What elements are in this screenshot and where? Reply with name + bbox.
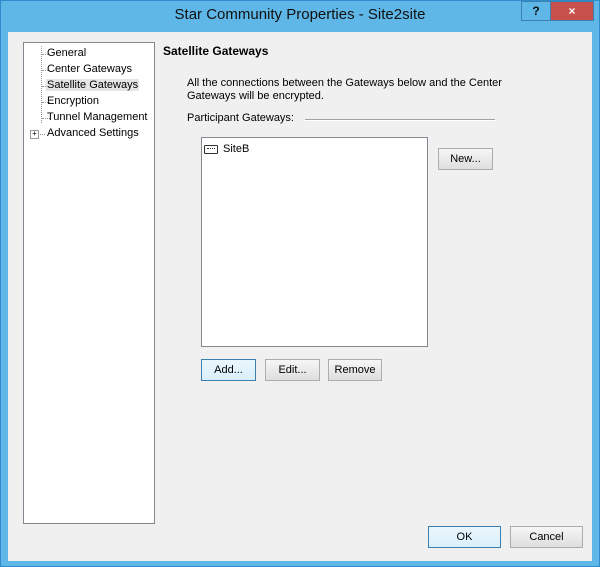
title-bar[interactable]: Star Community Properties - Site2site ? … (1, 1, 599, 31)
add-button[interactable]: Add... (201, 359, 256, 381)
cancel-button[interactable]: Cancel (510, 526, 583, 548)
tree-item-label: Advanced Settings (47, 127, 139, 139)
help-button[interactable]: ? (521, 1, 551, 21)
description-text: All the connections between the Gateways… (187, 77, 502, 102)
tree-item-label: General (47, 47, 87, 59)
tree-item-label: Tunnel Management (47, 111, 148, 123)
gateway-icon (204, 145, 218, 154)
remove-button[interactable]: Remove (328, 359, 382, 381)
gateway-name: SiteB (223, 143, 250, 155)
window-title: Star Community Properties - Site2site (174, 6, 426, 23)
tree-item-label: Encryption (47, 95, 99, 107)
close-button[interactable]: × (550, 1, 594, 21)
dialog-body: General Center Gateways Satellite Gatewa… (8, 32, 592, 561)
divider (305, 119, 495, 121)
ok-button[interactable]: OK (428, 526, 501, 548)
tree-item-label: Center Gateways (47, 63, 132, 75)
navigation-tree: General Center Gateways Satellite Gatewa… (23, 42, 155, 524)
participant-gateways-label: Participant Gateways: (187, 112, 294, 124)
dialog-window: Star Community Properties - Site2site ? … (0, 0, 600, 567)
participant-gateways-list[interactable]: SiteB (201, 137, 428, 347)
section-title: Satellite Gateways (163, 44, 269, 58)
new-button[interactable]: New... (438, 148, 493, 170)
edit-button[interactable]: Edit... (265, 359, 320, 381)
tree-item-label: Satellite Gateways (46, 79, 140, 91)
expand-icon[interactable]: + (30, 130, 39, 139)
